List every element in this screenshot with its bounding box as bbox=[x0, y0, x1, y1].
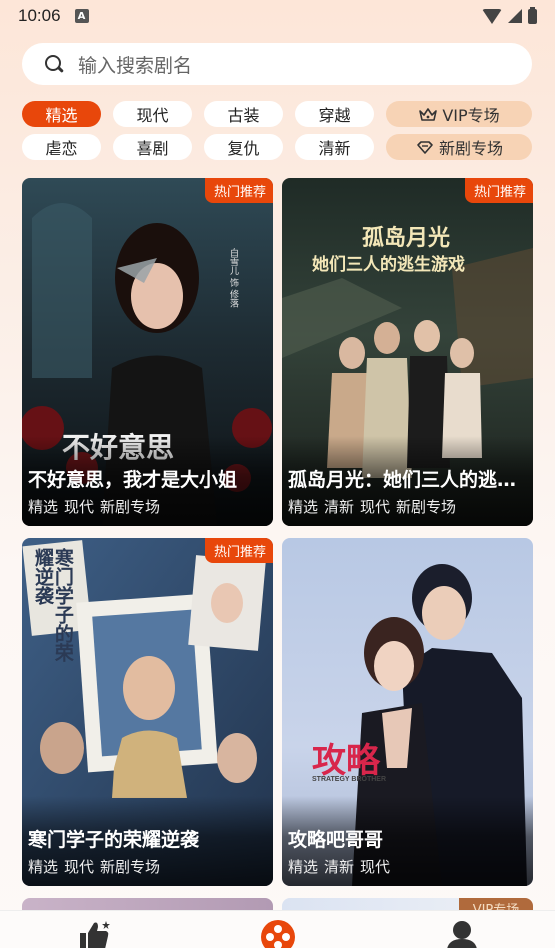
tag: 精选 bbox=[288, 498, 319, 516]
thumbs-up-icon[interactable] bbox=[76, 919, 112, 948]
search-icon bbox=[44, 54, 64, 74]
card-tags: 精选 清新 现代 新剧专场 bbox=[288, 496, 456, 517]
chip-guzhuang[interactable]: 古装 bbox=[204, 101, 283, 127]
chip-label: 精选 bbox=[45, 106, 78, 125]
card-title: 不好意思，我才是大小姐 bbox=[28, 469, 238, 491]
poster-title-art: 孤岛月光 bbox=[362, 225, 451, 251]
chip-label: 古装 bbox=[227, 106, 260, 125]
chip-label: 新剧专场 bbox=[438, 139, 503, 158]
tag: 现代 bbox=[64, 498, 95, 516]
chip-label: VIP专场 bbox=[442, 106, 500, 125]
tag: 现代 bbox=[360, 858, 391, 876]
chip-xiandai[interactable]: 现代 bbox=[113, 101, 192, 127]
drama-card[interactable]: 不好意思 白雪儿 饰 修落 热门推荐 不好意思，我才是大小姐 精选 现代 新剧专… bbox=[22, 178, 273, 526]
card-title: 攻略吧哥哥 bbox=[288, 829, 384, 851]
diamond-icon bbox=[417, 140, 433, 154]
person-icon[interactable] bbox=[444, 919, 480, 948]
status-time: 10:06 bbox=[18, 6, 61, 25]
bottom-nav bbox=[0, 910, 555, 948]
card-title: 孤岛月光：她们三人的逃生游戏 bbox=[288, 469, 526, 491]
signal-icon bbox=[508, 9, 522, 23]
tag: 现代 bbox=[360, 498, 391, 516]
poster-title-art: 攻略 bbox=[312, 741, 380, 781]
card-tags: 精选 现代 新剧专场 bbox=[28, 496, 160, 517]
hot-badge: 热门推荐 bbox=[464, 178, 533, 203]
poster-side-text: 白雪儿 饰 修落 bbox=[228, 248, 238, 308]
battery-icon bbox=[528, 6, 537, 24]
tag: 清新 bbox=[324, 498, 355, 516]
chip-qingxin[interactable]: 清新 bbox=[295, 134, 374, 160]
chip-label: 穿越 bbox=[318, 106, 351, 125]
hot-badge: 热门推荐 bbox=[204, 178, 273, 203]
status-indicators bbox=[482, 6, 537, 24]
tag: 精选 bbox=[288, 858, 319, 876]
tag: 精选 bbox=[28, 498, 59, 516]
chip-label: 复仇 bbox=[227, 139, 260, 158]
card-title: 寒门学子的荣耀逆袭 bbox=[28, 829, 200, 851]
chip-new[interactable]: 新剧专场 bbox=[386, 134, 532, 160]
wifi-icon bbox=[482, 8, 502, 24]
chip-fuchou[interactable]: 复仇 bbox=[204, 134, 283, 160]
chip-nuelian[interactable]: 虐恋 bbox=[22, 134, 101, 160]
drama-card[interactable]: 攻略 STRATEGY BROTHER 攻略吧哥哥 精选 清新 现代 bbox=[282, 538, 533, 886]
tag: 新剧专场 bbox=[100, 498, 161, 516]
drama-card[interactable]: 寒门学子的荣耀逆袭 热门推荐 寒门学子的荣耀逆袭 精选 现代 新剧专场 bbox=[22, 538, 273, 886]
chip-vip[interactable]: VIP专场 bbox=[386, 101, 532, 127]
chip-xiju[interactable]: 喜剧 bbox=[113, 134, 192, 160]
chip-label: 清新 bbox=[318, 139, 351, 158]
search-bar[interactable]: 输入搜索剧名 bbox=[22, 43, 532, 85]
film-reel-icon[interactable] bbox=[260, 919, 296, 948]
card-tags: 精选 清新 现代 bbox=[288, 856, 390, 877]
notification-icon: A bbox=[74, 9, 89, 23]
drama-card[interactable]: 孤岛月光 她们三人的逃生游戏 热门推荐 孤岛月光：她们三人的逃生游戏 精选 清新… bbox=[282, 178, 533, 526]
chip-label: 喜剧 bbox=[136, 139, 169, 158]
tag: 精选 bbox=[28, 858, 59, 876]
chip-label: 虐恋 bbox=[45, 139, 78, 158]
chip-label: 现代 bbox=[136, 106, 169, 125]
chip-jingxuan[interactable]: 精选 bbox=[22, 101, 101, 127]
card-tags: 精选 现代 新剧专场 bbox=[28, 856, 160, 877]
tag: 清新 bbox=[324, 858, 355, 876]
chip-chuanyue[interactable]: 穿越 bbox=[295, 101, 374, 127]
tag: 现代 bbox=[64, 858, 95, 876]
hot-badge: 热门推荐 bbox=[204, 538, 273, 563]
poster-title-art: 寒门学子的荣耀逆袭 bbox=[31, 548, 74, 662]
crown-icon bbox=[419, 107, 438, 121]
tag: 新剧专场 bbox=[396, 498, 457, 516]
poster-subtitle-art: 她们三人的逃生游戏 bbox=[312, 255, 465, 275]
tag: 新剧专场 bbox=[100, 858, 161, 876]
poster-subtitle-art: STRATEGY BROTHER bbox=[312, 776, 387, 783]
status-bar: 10:06 A bbox=[0, 0, 555, 32]
search-placeholder[interactable]: 输入搜索剧名 bbox=[78, 51, 192, 78]
